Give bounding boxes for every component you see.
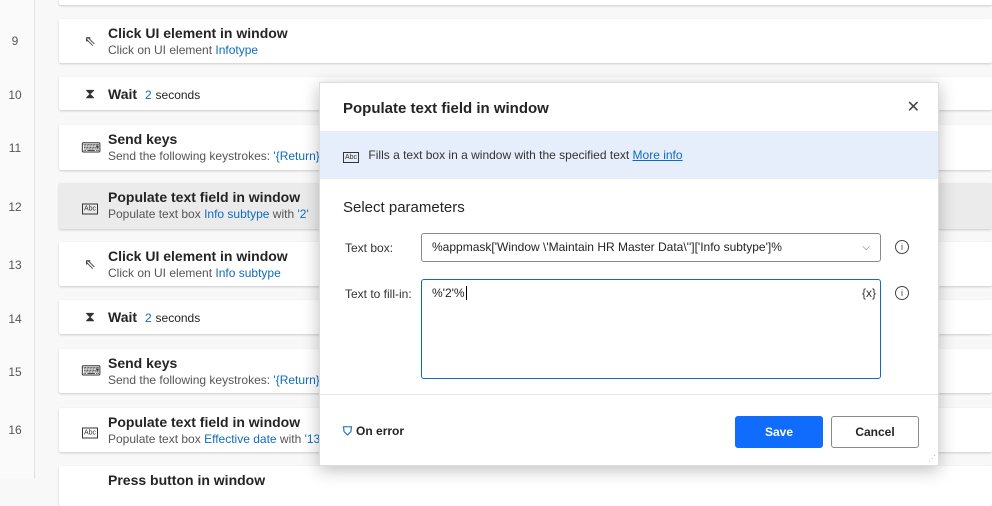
hourglass-icon: ⧗ <box>85 85 95 101</box>
line-number: 16 <box>8 423 22 437</box>
on-error-label: On error <box>356 424 405 438</box>
textbox-abc-icon: Abc <box>343 152 360 163</box>
line-number: 10 <box>8 88 22 102</box>
line-number: 12 <box>8 200 22 214</box>
variable-picker-button[interactable]: {x} <box>862 286 876 300</box>
step-title: Wait 2 seconds <box>108 309 201 325</box>
keyboard-icon: ⌨ <box>81 362 102 379</box>
textbox-label: Text box: <box>345 241 394 255</box>
click-cursor-icon: ⇖ <box>84 255 96 272</box>
textbox-value: %appmask['Window \'Maintain HR Master Da… <box>432 240 782 254</box>
textbox-select[interactable]: %appmask['Window \'Maintain HR Master Da… <box>421 233 881 262</box>
on-error-button[interactable]: ⛉ On error <box>343 424 404 439</box>
chevron-down-icon[interactable]: ⌵ <box>862 234 870 261</box>
step-subtitle: Populate text box Effective date with '1… <box>108 432 321 446</box>
step-title: Press button in window <box>108 472 266 488</box>
step-subtitle: Send the following keystrokes: '{Return}… <box>108 373 323 387</box>
step-title: Send keys <box>108 355 178 371</box>
step-title: Click UI element in window <box>108 248 288 264</box>
step-subtitle: Click on UI element Infotype <box>108 43 259 57</box>
text-to-fill-input[interactable]: %'2'% {x} <box>421 279 881 379</box>
description-text: Fills a text box in a window with the sp… <box>368 148 630 162</box>
step-subtitle: Send the following keystrokes: '{Return}… <box>108 149 323 163</box>
step-title: Wait 2 seconds <box>108 85 201 102</box>
shield-icon: ⛉ <box>343 424 353 438</box>
footer-divider <box>320 394 938 395</box>
fill-in-label: Text to fill-in: <box>345 287 412 301</box>
step-card-17[interactable]: Press button in window <box>59 466 992 506</box>
more-info-link[interactable]: More info <box>633 148 683 162</box>
line-number: 11 <box>8 141 22 155</box>
save-button[interactable]: Save <box>735 416 823 448</box>
resize-grip-icon[interactable]: ⋰ <box>928 454 936 463</box>
step-subtitle: Click on UI element Info subtype <box>108 266 281 280</box>
line-number: 13 <box>8 258 22 272</box>
fill-value: %'2'% <box>432 286 465 300</box>
line-number: 14 <box>8 312 22 326</box>
textbox-abc-icon: Abc <box>81 203 99 215</box>
step-card-8[interactable] <box>59 0 992 5</box>
populate-text-field-dialog: Populate text field in window ✕ Abc Fill… <box>319 82 939 466</box>
step-title: Populate text field in window <box>108 189 301 205</box>
step-title: Populate text field in window <box>108 414 301 430</box>
step-card-9[interactable]: ⇖ Click UI element in window Click on UI… <box>59 19 992 63</box>
info-icon[interactable]: i <box>895 286 909 300</box>
section-heading: Select parameters <box>343 199 465 216</box>
close-icon[interactable]: ✕ <box>907 97 920 117</box>
click-cursor-icon: ⇖ <box>84 32 96 49</box>
ui-element-link[interactable]: Infotype <box>215 43 258 57</box>
description-banner: Abc Fills a text box in a window with th… <box>320 131 938 179</box>
line-number: 9 <box>11 34 19 48</box>
info-icon[interactable]: i <box>895 240 909 254</box>
cancel-button[interactable]: Cancel <box>831 416 919 448</box>
keyboard-icon: ⌨ <box>81 139 102 155</box>
dialog-title: Populate text field in window <box>343 100 549 117</box>
line-number: 15 <box>8 365 22 379</box>
textbox-abc-icon: Abc <box>81 427 99 439</box>
line-number-gutter <box>0 0 35 479</box>
step-title: Click UI element in window <box>108 25 288 41</box>
step-subtitle: Populate text box Info subtype with '2' <box>108 207 309 221</box>
step-title: Send keys <box>108 131 178 147</box>
hourglass-icon: ⧗ <box>85 308 95 325</box>
